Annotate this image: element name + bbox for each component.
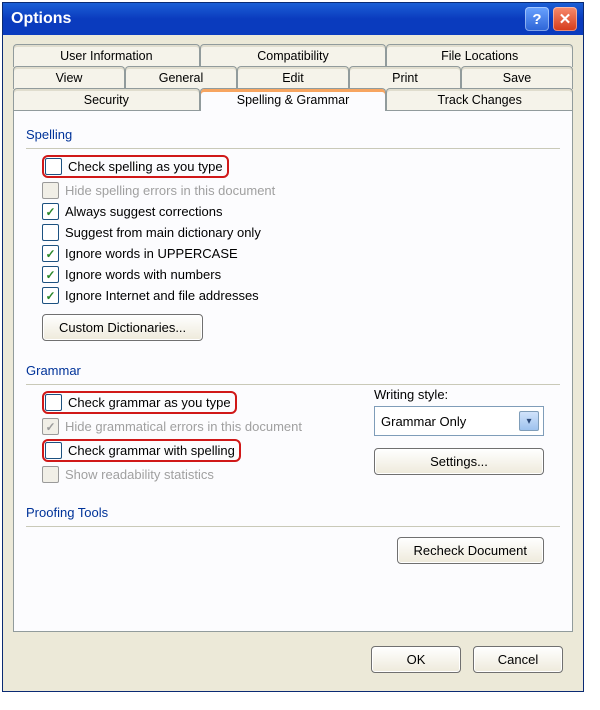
tab-user-information[interactable]: User Information <box>13 44 200 67</box>
checkbox-check-grammar-with-spelling[interactable] <box>45 442 62 459</box>
label-ignore-uppercase: Ignore words in UPPERCASE <box>65 246 238 261</box>
checkbox-main-dictionary-only[interactable] <box>42 224 59 241</box>
tab-spelling-grammar[interactable]: Spelling & Grammar <box>200 88 387 111</box>
highlight-check-grammar: Check grammar as you type <box>42 391 237 414</box>
checkbox-hide-grammar-errors: ✓ <box>42 418 59 435</box>
spelling-options: Check spelling as you type Hide spelling… <box>26 155 560 341</box>
checkbox-ignore-numbers[interactable]: ✓ <box>42 266 59 283</box>
checkbox-always-suggest[interactable]: ✓ <box>42 203 59 220</box>
tab-file-locations[interactable]: File Locations <box>386 44 573 67</box>
settings-button[interactable]: Settings... <box>374 448 544 475</box>
tab-edit[interactable]: Edit <box>237 66 349 89</box>
tab-security[interactable]: Security <box>13 88 200 111</box>
tab-save[interactable]: Save <box>461 66 573 89</box>
label-ignore-internet: Ignore Internet and file addresses <box>65 288 259 303</box>
label-ignore-numbers: Ignore words with numbers <box>65 267 221 282</box>
tab-general[interactable]: General <box>125 66 237 89</box>
dialog-footer: OK Cancel <box>13 632 573 677</box>
label-main-dictionary-only: Suggest from main dictionary only <box>65 225 261 240</box>
titlebar-buttons: ? ✕ <box>525 7 577 31</box>
checkbox-ignore-internet[interactable]: ✓ <box>42 287 59 304</box>
label-check-grammar-with-spelling: Check grammar with spelling <box>68 443 235 458</box>
label-check-grammar-as-you-type: Check grammar as you type <box>68 395 231 410</box>
custom-dictionaries-button[interactable]: Custom Dictionaries... <box>42 314 203 341</box>
titlebar[interactable]: Options ? ✕ <box>3 3 583 35</box>
window-title: Options <box>11 10 525 28</box>
tab-compatibility[interactable]: Compatibility <box>200 44 387 67</box>
tab-page: Spelling Check spelling as you type Hide… <box>13 110 573 632</box>
checkbox-check-spelling-as-you-type[interactable] <box>45 158 62 175</box>
divider <box>26 526 560 527</box>
grammar-options: Check grammar as you type ✓ Hide grammat… <box>26 391 560 483</box>
tab-print[interactable]: Print <box>349 66 461 89</box>
tab-container: User Information Compatibility File Loca… <box>13 44 573 111</box>
section-proofing-title: Proofing Tools <box>26 505 560 520</box>
close-icon[interactable]: ✕ <box>553 7 577 31</box>
label-always-suggest: Always suggest corrections <box>65 204 223 219</box>
highlight-check-spelling: Check spelling as you type <box>42 155 229 178</box>
checkbox-readability <box>42 466 59 483</box>
label-readability: Show readability statistics <box>65 467 214 482</box>
label-hide-spelling-errors: Hide spelling errors in this document <box>65 183 275 198</box>
checkbox-check-grammar-as-you-type[interactable] <box>45 394 62 411</box>
section-grammar-title: Grammar <box>26 363 560 378</box>
dialog-body: User Information Compatibility File Loca… <box>3 35 583 691</box>
section-spelling-title: Spelling <box>26 127 560 142</box>
writing-style-group: Writing style: Grammar Only ▾ Settings..… <box>374 387 544 475</box>
chevron-down-icon: ▾ <box>519 411 539 431</box>
checkbox-ignore-uppercase[interactable]: ✓ <box>42 245 59 262</box>
recheck-document-button[interactable]: Recheck Document <box>397 537 544 564</box>
help-icon[interactable]: ? <box>525 7 549 31</box>
label-hide-grammar-errors: Hide grammatical errors in this document <box>65 419 302 434</box>
ok-button[interactable]: OK <box>371 646 461 673</box>
cancel-button[interactable]: Cancel <box>473 646 563 673</box>
checkbox-hide-spelling-errors <box>42 182 59 199</box>
writing-style-select[interactable]: Grammar Only ▾ <box>374 406 544 436</box>
divider <box>26 148 560 149</box>
tab-view[interactable]: View <box>13 66 125 89</box>
divider <box>26 384 560 385</box>
options-dialog: Options ? ✕ User Information Compatibili… <box>2 2 584 692</box>
label-check-spelling-as-you-type: Check spelling as you type <box>68 159 223 174</box>
highlight-check-grammar-with-spelling: Check grammar with spelling <box>42 439 241 462</box>
writing-style-value: Grammar Only <box>381 414 466 429</box>
tab-track-changes[interactable]: Track Changes <box>386 88 573 111</box>
proofing-options: Recheck Document <box>26 533 560 579</box>
writing-style-label: Writing style: <box>374 387 544 402</box>
